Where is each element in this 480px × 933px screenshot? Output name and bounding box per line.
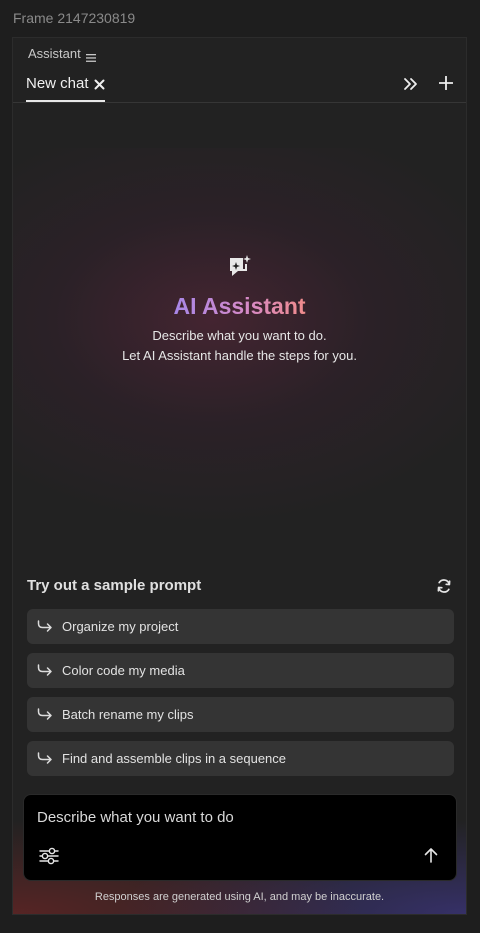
- plus-icon[interactable]: [438, 75, 454, 91]
- sample-prompts-header: Try out a sample prompt: [27, 576, 452, 598]
- sample-prompt-label: Organize my project: [62, 619, 179, 634]
- sample-prompt-organize-project[interactable]: Organize my project: [27, 609, 454, 644]
- panel-header: Assistant: [13, 38, 466, 68]
- return-arrow-icon: [37, 752, 52, 764]
- panel-title: Assistant: [28, 46, 81, 61]
- return-arrow-icon: [37, 664, 52, 676]
- hamburger-menu-icon[interactable]: [86, 49, 96, 62]
- hero-subtitle-line1: Describe what you want to do.: [152, 328, 327, 343]
- sliders-icon[interactable]: [39, 847, 59, 865]
- hero-title: AI Assistant: [173, 293, 306, 319]
- sample-prompt-batch-rename-clips[interactable]: Batch rename my clips: [27, 697, 454, 732]
- sample-prompt-find-assemble-clips[interactable]: Find and assemble clips in a sequence: [27, 741, 454, 776]
- tab-new-chat[interactable]: New chat: [26, 68, 105, 102]
- sample-prompt-list: Organize my project Color code my media …: [27, 609, 454, 785]
- tab-bar: New chat: [13, 68, 466, 103]
- chat-sparkle-icon: [229, 255, 251, 276]
- ai-disclaimer: Responses are generated using AI, and ma…: [94, 891, 385, 903]
- sample-prompt-label: Find and assemble clips in a sequence: [62, 751, 287, 766]
- return-arrow-icon: [37, 708, 52, 720]
- arrow-up-icon[interactable]: [424, 847, 438, 863]
- sample-prompt-color-code-media[interactable]: Color code my media: [27, 653, 454, 688]
- double-chevron-right-icon[interactable]: [403, 77, 419, 91]
- refresh-icon[interactable]: [436, 578, 452, 594]
- sample-prompt-label: Color code my media: [62, 663, 185, 678]
- chat-input[interactable]: [35, 805, 439, 829]
- frame-label: Frame 2147230819: [13, 10, 136, 26]
- sample-prompt-label: Batch rename my clips: [62, 707, 194, 722]
- hero-section: AI Assistant Describe what you want to d…: [13, 253, 466, 366]
- tab-label: New chat: [26, 75, 89, 92]
- close-icon[interactable]: [94, 77, 105, 90]
- return-arrow-icon: [37, 620, 52, 632]
- hero-subtitle-line2: Let AI Assistant handle the steps for yo…: [122, 348, 357, 363]
- chat-composer: [23, 794, 457, 881]
- assistant-panel: Assistant New chat AI Assistant Describe…: [12, 37, 467, 915]
- sample-prompts-title: Try out a sample prompt: [27, 577, 202, 594]
